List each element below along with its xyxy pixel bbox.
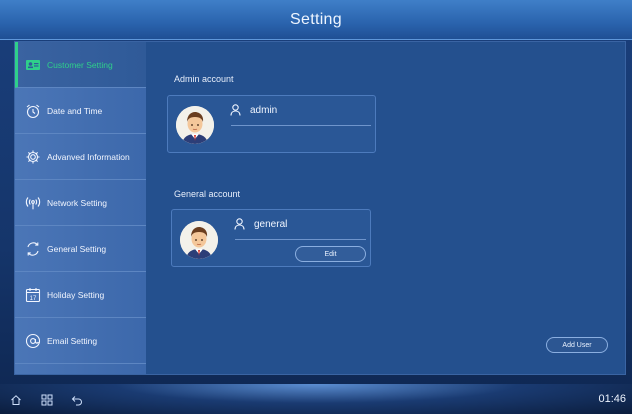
sidebar-item-label: Network Setting (47, 197, 107, 208)
main-content: Admin account admin General account gene… (146, 42, 625, 374)
sidebar-item-label: Advanved Information (47, 151, 130, 162)
title-bar: Setting (0, 0, 632, 40)
sidebar-item-label: Customer Setting (47, 59, 113, 70)
alarm-clock-icon (25, 103, 41, 119)
at-sign-icon (25, 333, 41, 349)
username-underline (235, 239, 366, 240)
username-underline (231, 125, 371, 126)
sidebar-item-label: General Setting (47, 243, 107, 254)
edit-button[interactable]: Edit (295, 246, 366, 262)
general-username: general (254, 219, 288, 230)
apps-grid-icon[interactable] (41, 394, 53, 406)
clock: 01:46 (598, 393, 626, 405)
svg-text:17: 17 (30, 295, 37, 301)
settings-panel: Customer Setting Date and Time Advanved … (14, 41, 626, 375)
sidebar-item-label: Date and Time (47, 105, 103, 116)
home-icon[interactable] (10, 394, 22, 406)
sidebar-item-label: Email Setting (47, 335, 98, 346)
system-nav-bar (0, 384, 632, 414)
avatar (176, 106, 214, 144)
avatar (180, 221, 218, 259)
sidebar: Customer Setting Date and Time Advanved … (15, 42, 146, 374)
user-icon (230, 104, 241, 116)
sidebar-item-network-setting[interactable]: Network Setting (15, 180, 146, 226)
sidebar-item-holiday-setting[interactable]: 17 Holiday Setting (15, 272, 146, 318)
page-title: Setting (290, 10, 342, 28)
admin-username: admin (250, 105, 278, 116)
user-icon (234, 218, 245, 230)
back-icon[interactable] (71, 394, 83, 406)
general-account-card[interactable]: general Edit (171, 209, 371, 267)
sidebar-item-label: Holiday Setting (47, 289, 105, 300)
id-card-icon (25, 57, 41, 73)
admin-account-card[interactable]: admin (167, 95, 376, 153)
wifi-signal-icon (25, 195, 41, 211)
sidebar-item-email-setting[interactable]: Email Setting (15, 318, 146, 364)
gear-icon (25, 149, 41, 165)
calendar-icon: 17 (25, 287, 41, 303)
sidebar-item-customer-setting[interactable]: Customer Setting (15, 42, 146, 88)
admin-section-label: Admin account (174, 74, 234, 84)
general-section-label: General account (174, 189, 241, 199)
sidebar-item-general-setting[interactable]: General Setting (15, 226, 146, 272)
sidebar-item-advanced-information[interactable]: Advanved Information (15, 134, 146, 180)
refresh-icon (25, 241, 41, 257)
sidebar-item-date-and-time[interactable]: Date and Time (15, 88, 146, 134)
add-user-button[interactable]: Add User (546, 337, 608, 353)
